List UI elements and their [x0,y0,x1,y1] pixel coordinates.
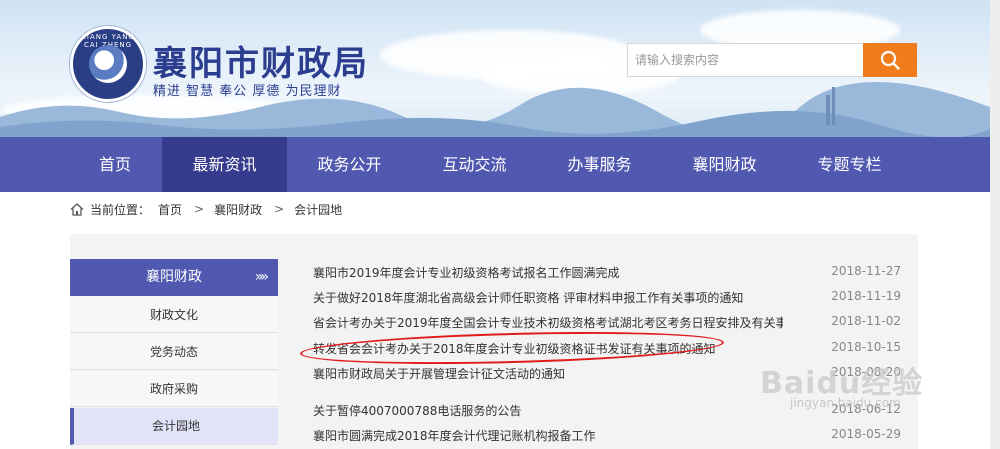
sidebar-header: 襄阳财政 »» [70,259,278,296]
nav-item-interaction[interactable]: 互动交流 [412,137,537,192]
search-icon [880,50,900,70]
breadcrumb-accounting[interactable]: 会计园地 [294,201,342,218]
sidebar-header-label: 襄阳财政 [146,269,202,285]
site-header: XIANG YANG CAI ZHENG 襄阳市财政局 精进 智慧 奉公 厚德 … [0,0,1000,137]
nav-item-home[interactable]: 首页 [70,137,160,192]
baidu-watermark-url: jingyan.baidu.com [790,396,901,410]
nav-item-xiangyang-finance[interactable]: 襄阳财政 [662,137,787,192]
nav-item-latest-news[interactable]: 最新资讯 [162,137,287,192]
mountain-skyline [0,81,1000,137]
list-item[interactable]: 襄阳市圆满完成2018年度会计代理记账机构报备工作 2018-05-29 [313,427,901,445]
double-chevron-icon: »» [254,269,269,285]
sidebar-item-procurement[interactable]: 政府采购 [70,371,278,407]
news-title[interactable]: 襄阳市财政局关于开展管理会计征文活动的通知 [313,365,783,382]
breadcrumb-home[interactable]: 首页 [158,201,182,218]
news-title[interactable]: 襄阳市2019年度会计专业初级资格考试报名工作圆满完成 [313,264,783,281]
news-title[interactable]: 关于暂停4007000788电话服务的公告 [313,402,783,419]
logo-emblem-icon [89,45,127,83]
site-title: 襄阳市财政局 [153,44,369,84]
news-date: 2018-11-27 [831,264,901,278]
site-slogan: 精进 智慧 奉公 厚德 为民理财 [153,84,342,99]
sidebar-item-accounting[interactable]: 会计园地 [70,408,278,445]
news-title[interactable]: 关于做好2018年度湖北省高级会计师任职资格 评审材料申报工作有关事项的通知 [313,289,783,306]
breadcrumb: 当前位置： 首页 > 襄阳财政 > 会计园地 [70,200,350,218]
home-icon [70,202,84,216]
list-item[interactable]: 襄阳市2019年度会计专业初级资格考试报名工作圆满完成 2018-11-27 [313,264,901,282]
nav-item-government-affairs[interactable]: 政务公开 [287,137,412,192]
news-title[interactable]: 襄阳市圆满完成2018年度会计代理记账机构报备工作 [313,427,783,444]
news-date: 2018-05-29 [831,427,901,441]
site-logo[interactable]: XIANG YANG CAI ZHENG [70,26,146,102]
list-item[interactable]: 省会计考办关于2019年度全国会计专业技术初级资格考试湖北考区考务日程安排及有关… [313,314,901,332]
breadcrumb-xiangyang-finance[interactable]: 襄阳财政 [214,201,262,218]
sidebar-item-party-affairs[interactable]: 党务动态 [70,334,278,370]
news-date: 2018-10-15 [831,340,901,354]
nav-item-special-topics[interactable]: 专题专栏 [787,137,912,192]
news-date: 2018-11-02 [831,314,901,328]
nav-item-services[interactable]: 办事服务 [537,137,662,192]
breadcrumb-separator: > [194,202,205,216]
breadcrumb-separator: > [274,202,285,216]
main-nav: 首页 最新资讯 政务公开 互动交流 办事服务 襄阳财政 专题专栏 [0,137,1000,192]
search-input[interactable]: 请输入搜索内容 [627,43,863,77]
scrollbar[interactable] [990,0,1000,449]
news-title[interactable]: 省会计考办关于2019年度全国会计专业技术初级资格考试湖北考区考务日程安排及有关… [313,314,783,331]
sidebar-item-finance-culture[interactable]: 财政文化 [70,297,278,333]
breadcrumb-prefix: 当前位置： [90,202,151,217]
news-date: 2018-11-19 [831,289,901,303]
list-item[interactable]: 关于做好2018年度湖北省高级会计师任职资格 评审材料申报工作有关事项的通知 2… [313,289,901,307]
search-button[interactable] [863,43,917,77]
